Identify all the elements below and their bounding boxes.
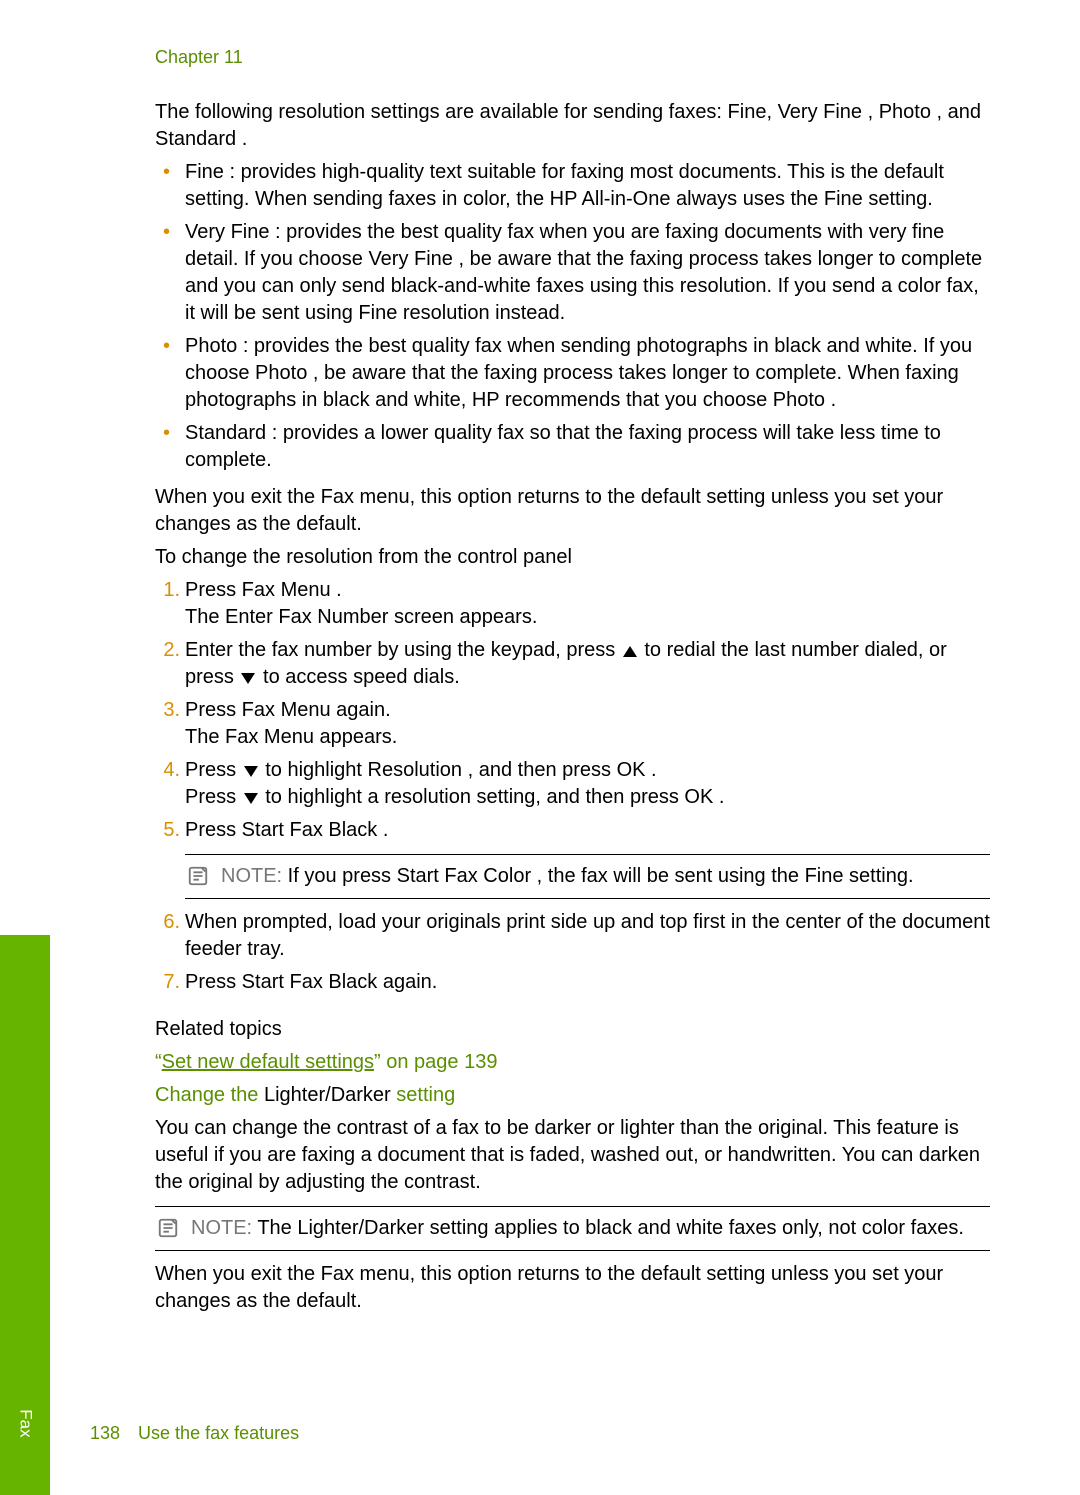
subheading-part-a: Change the xyxy=(155,1084,264,1106)
note-box-step5: NOTE: If you press Start Fax Color , the… xyxy=(185,854,990,899)
bullet-fine: Fine : provides high-quality text suitab… xyxy=(185,159,990,213)
down-arrow-icon xyxy=(244,766,258,777)
step-4-d: to highlight a resolution setting, and t… xyxy=(260,786,725,808)
note-icon xyxy=(187,865,209,887)
step-3: Press Fax Menu again. The Fax Menu appea… xyxy=(185,697,990,751)
up-arrow-icon xyxy=(623,646,637,657)
step-2-a: Enter the fax number by using the keypad… xyxy=(185,639,621,661)
step-1-line-b: The Enter Fax Number screen appears. xyxy=(185,606,537,628)
page-footer: 138 Use the fax features xyxy=(90,1421,299,1445)
bullet-photo: Photo : provides the best quality fax wh… xyxy=(185,333,990,414)
related-topics-title: Related topics xyxy=(155,1016,990,1043)
step-4: Press to highlight Resolution , and then… xyxy=(185,757,990,811)
related-topics-link-line: “Set new default settings” on page 139 xyxy=(155,1049,990,1076)
step-1-line-a: Press Fax Menu . xyxy=(185,579,342,601)
note-icon xyxy=(157,1217,179,1239)
note-box-lighter-darker: NOTE: The Lighter/Darker setting applies… xyxy=(155,1206,990,1251)
down-arrow-icon xyxy=(244,793,258,804)
procedure-title: To change the resolution from the contro… xyxy=(155,544,990,571)
quote-open: “ xyxy=(155,1051,162,1073)
step-5: Press Start Fax Black . NOTE: If you pre… xyxy=(185,817,990,899)
note-label-2: NOTE: xyxy=(191,1217,252,1239)
step-7: Press Start Fax Black again. xyxy=(185,969,990,996)
subheading-part-b: Lighter/Darker xyxy=(264,1084,396,1106)
bullet-very-fine: Very Fine : provides the best quality fa… xyxy=(185,219,990,327)
step-3-b: The Fax Menu appears. xyxy=(185,726,397,748)
related-link-tail: ” on page 139 xyxy=(374,1051,497,1073)
note-text: If you press Start Fax Color , the fax w… xyxy=(282,865,913,887)
page-number: 138 xyxy=(90,1423,120,1443)
subheading-part-c: setting xyxy=(396,1084,455,1106)
down-arrow-icon xyxy=(241,673,255,684)
intro-paragraph: The following resolution settings are av… xyxy=(155,99,990,153)
step-6: When prompted, load your originals print… xyxy=(185,909,990,963)
step-4-b: to highlight Resolution , and then press… xyxy=(260,759,657,781)
subheading-lighter-darker: Change the Lighter/Darker setting xyxy=(155,1082,990,1109)
step-5-text: Press Start Fax Black . xyxy=(185,819,388,841)
step-4-a: Press xyxy=(185,759,242,781)
lighter-darker-paragraph: You can change the contrast of a fax to … xyxy=(155,1115,990,1196)
note-text-2: The Lighter/Darker setting applies to bl… xyxy=(252,1217,964,1239)
step-2: Enter the fax number by using the keypad… xyxy=(185,637,990,691)
after-bullets-paragraph: When you exit the Fax menu, this option … xyxy=(155,484,990,538)
step-1: Press Fax Menu . The Enter Fax Number sc… xyxy=(185,577,990,631)
note-label: NOTE: xyxy=(221,865,282,887)
step-3-a: Press Fax Menu again. xyxy=(185,699,391,721)
step-2-c: to access speed dials. xyxy=(257,666,459,688)
related-link[interactable]: Set new default settings xyxy=(162,1051,374,1073)
page-content: Chapter 11 The following resolution sett… xyxy=(0,0,1080,1495)
footer-title: Use the fax features xyxy=(138,1423,299,1443)
step-4-c: Press xyxy=(185,786,242,808)
bullet-standard: Standard : provides a lower quality fax … xyxy=(185,420,990,474)
chapter-label: Chapter 11 xyxy=(155,45,990,69)
after-note2-paragraph: When you exit the Fax menu, this option … xyxy=(155,1261,990,1315)
